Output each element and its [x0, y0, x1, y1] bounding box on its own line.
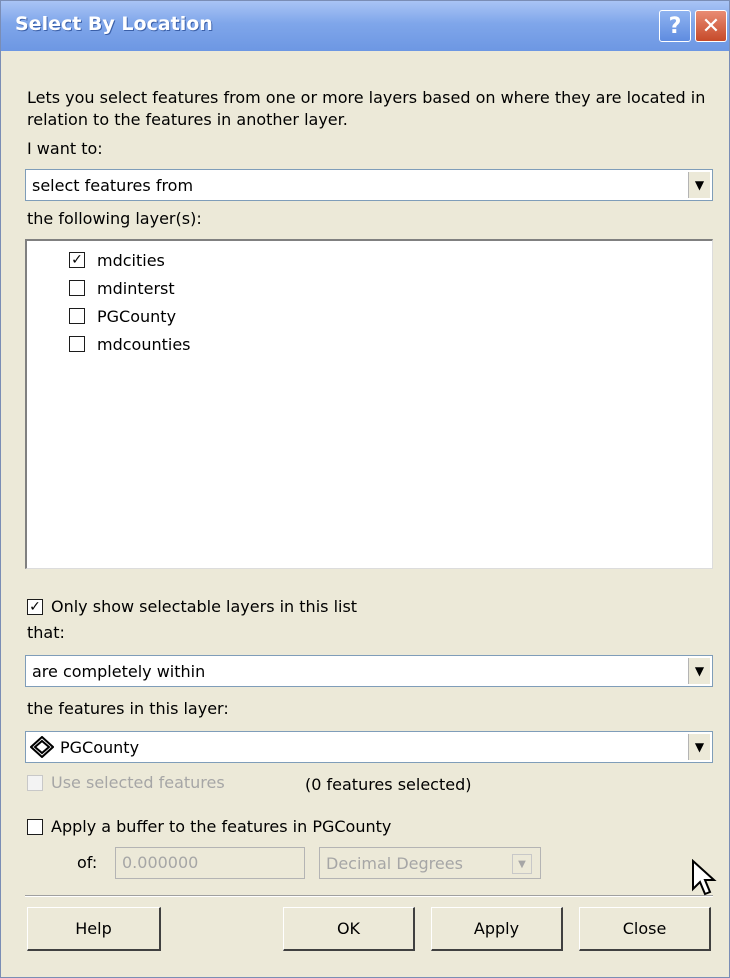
layer-item-pgcounty[interactable]: PGCounty	[69, 303, 176, 329]
buffer-distance-input: 0.000000	[115, 847, 305, 879]
source-layer-label: the features in this layer:	[27, 699, 229, 718]
layer-checkbox-mdcounties[interactable]	[69, 336, 85, 352]
use-selected-option: Use selected features	[27, 773, 225, 792]
title-bar[interactable]: Select By Location ? ✕	[1, 1, 729, 51]
layer-item-mdinterst[interactable]: mdinterst	[69, 275, 175, 301]
buffer-checkbox[interactable]	[27, 818, 43, 835]
chevron-down-icon[interactable]: ▼	[688, 658, 710, 684]
method-label: I want to:	[27, 139, 103, 158]
layer-item-mdcities[interactable]: ✓ mdcities	[69, 247, 165, 273]
source-layer-value: PGCounty	[60, 738, 140, 757]
selected-count-text: (0 features selected)	[305, 775, 472, 794]
window-title: Select By Location	[15, 13, 213, 35]
close-title-button[interactable]: ✕	[695, 10, 727, 42]
help-button[interactable]: Help	[27, 907, 161, 951]
question-mark-icon: ?	[668, 13, 682, 39]
only-selectable-checkbox[interactable]: ✓	[27, 598, 43, 615]
use-selected-checkbox	[27, 774, 43, 791]
spatial-relation-dropdown[interactable]: are completely within ▼	[25, 655, 713, 687]
spatial-relation-value: are completely within	[32, 662, 206, 681]
layer-checkbox-mdinterst[interactable]	[69, 280, 85, 296]
relation-label: that:	[27, 623, 65, 642]
buffer-label: Apply a buffer to the features in PGCoun…	[51, 817, 392, 836]
help-title-button[interactable]: ?	[659, 10, 691, 42]
source-layer-dropdown[interactable]: PGCounty ▼	[25, 731, 713, 763]
apply-button[interactable]: Apply	[431, 907, 563, 951]
buffer-units-value: Decimal Degrees	[326, 854, 463, 873]
button-divider	[25, 895, 713, 897]
layer-checkbox-mdcities[interactable]: ✓	[69, 252, 85, 268]
layer-name: PGCounty	[97, 306, 177, 326]
layer-name: mdcities	[97, 250, 165, 270]
layer-item-mdcounties[interactable]: mdcounties	[69, 331, 191, 357]
target-layers-list[interactable]: ✓ mdcities mdinterst PGCounty mdcounties	[25, 239, 713, 569]
close-icon: ✕	[701, 13, 721, 39]
polygon-layer-icon	[29, 735, 55, 762]
use-selected-label: Use selected features	[51, 773, 225, 792]
only-selectable-option[interactable]: ✓ Only show selectable layers in this li…	[27, 597, 357, 616]
chevron-down-icon[interactable]: ▼	[688, 172, 710, 198]
only-selectable-label: Only show selectable layers in this list	[51, 597, 358, 616]
mouse-pointer-icon	[691, 858, 717, 901]
selection-method-value: select features from	[32, 176, 194, 195]
layer-name: mdinterst	[97, 278, 175, 298]
layer-checkbox-pgcounty[interactable]	[69, 308, 85, 324]
selection-method-dropdown[interactable]: select features from ▼	[25, 169, 713, 201]
ok-button[interactable]: OK	[283, 907, 415, 951]
chevron-down-icon: ▼	[512, 854, 532, 874]
target-layers-label: the following layer(s):	[27, 209, 202, 228]
buffer-units-dropdown: Decimal Degrees ▼	[319, 847, 541, 879]
chevron-down-icon[interactable]: ▼	[688, 734, 710, 760]
buffer-option[interactable]: Apply a buffer to the features in PGCoun…	[27, 817, 391, 836]
close-button[interactable]: Close	[579, 907, 711, 951]
layer-name: mdcounties	[97, 334, 191, 354]
dialog-description: Lets you select features from one or mor…	[27, 88, 706, 129]
select-by-location-dialog: Select By Location ? ✕ Lets you select f…	[0, 0, 730, 978]
buffer-of-label: of:	[77, 853, 98, 872]
